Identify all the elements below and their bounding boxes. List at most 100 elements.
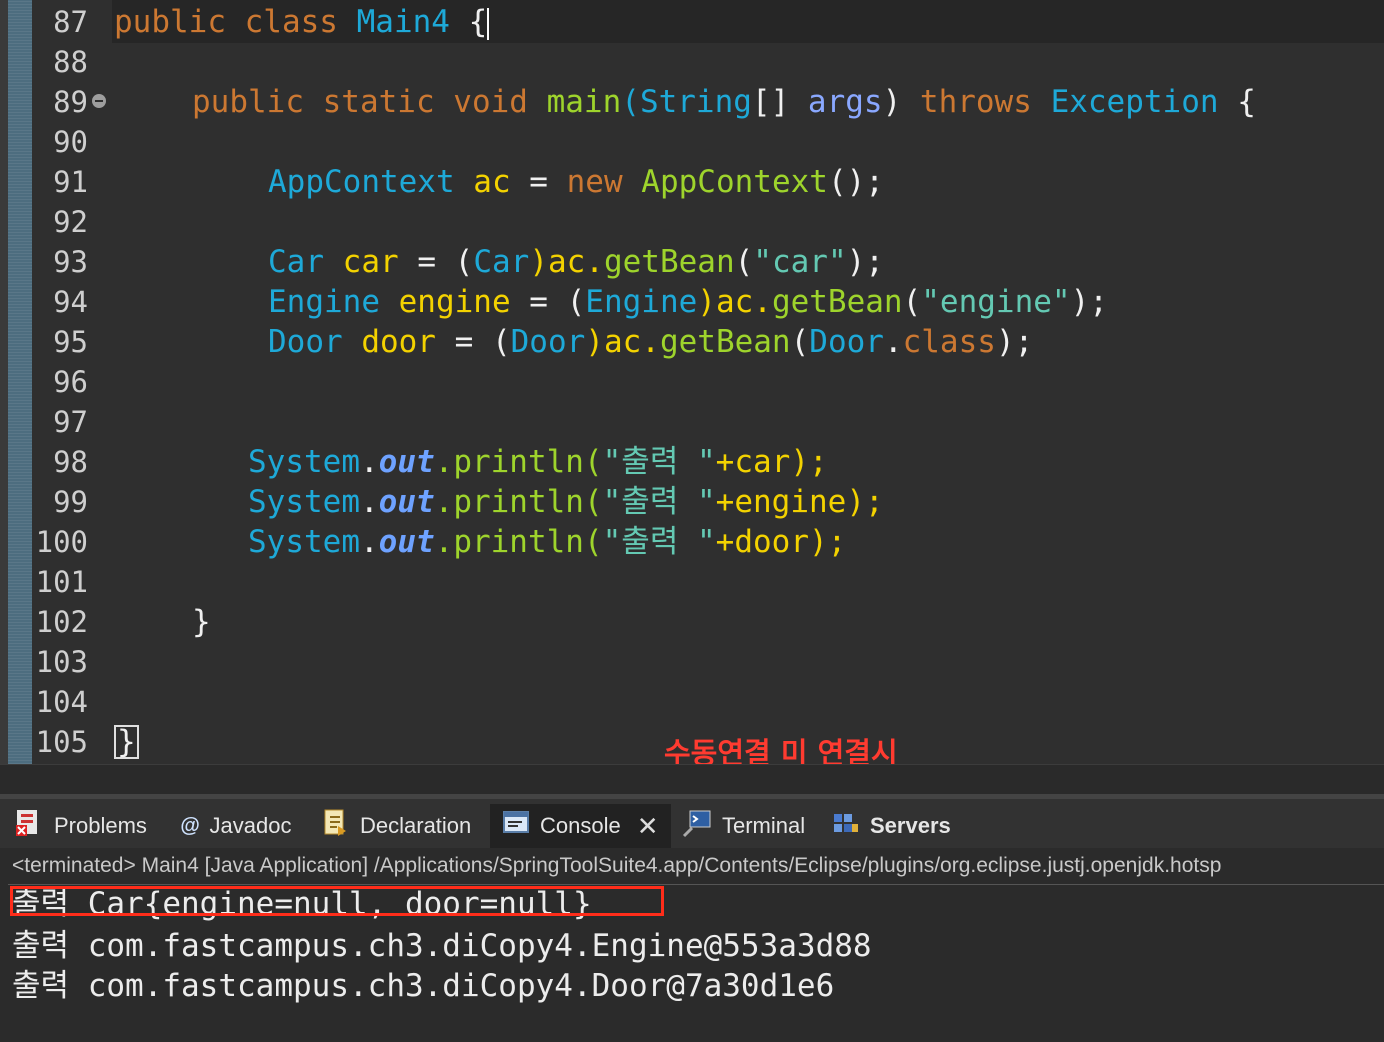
code-line-89[interactable]: public static void main(String[] args) t… — [192, 82, 1256, 122]
line-number-gutter: 87 88 89 90 91 92 93 94 95 96 97 98 99 1… — [32, 0, 112, 768]
token-variable: engine — [379, 284, 511, 320]
token-class: Car — [268, 244, 324, 280]
editor-left-strip — [0, 0, 8, 768]
line-number: 101 — [35, 565, 88, 599]
token-punct: . — [359, 524, 379, 560]
line-number: 90 — [53, 125, 88, 159]
code-line-99[interactable]: System.out.println("출력 "+engine); — [248, 482, 884, 522]
tab-problems[interactable]: Problems — [14, 804, 147, 848]
token-variable: +car); — [715, 444, 828, 480]
token-variable: )ac. — [529, 244, 604, 280]
console-output-line: 출력 com.fastcampus.ch3.diCopy4.Door@7a30d… — [12, 968, 835, 1004]
console-output-line: 출력 com.fastcampus.ch3.diCopy4.Engine@553… — [12, 928, 872, 964]
token-method: .println( — [434, 484, 603, 520]
token-method: .println( — [434, 524, 603, 560]
token-variable: ac — [454, 164, 511, 200]
code-line-105[interactable]: } — [114, 722, 139, 762]
token-variable: )ac. — [585, 324, 660, 360]
line-number: 104 — [35, 685, 88, 719]
token-punct: ( — [734, 244, 754, 280]
token-variable: car — [324, 244, 399, 280]
token-keyword: class — [902, 324, 996, 360]
line-number: 92 — [53, 205, 88, 239]
token-keyword: public class — [114, 4, 357, 40]
close-icon[interactable]: ✕ — [637, 811, 659, 842]
token-string: "출력 " — [602, 484, 716, 520]
javadoc-icon: @ — [180, 814, 200, 837]
token-keyword: public static void — [192, 84, 547, 120]
token-class: Door — [510, 324, 586, 360]
token-operator: = ( — [510, 284, 586, 320]
tab-label: Terminal — [722, 813, 806, 838]
editor-horizontal-scrollbar[interactable] — [0, 764, 1384, 795]
declaration-icon — [322, 808, 350, 844]
token-method: getBean — [771, 284, 903, 320]
token-variable: +door); — [715, 524, 847, 560]
tab-label: Servers — [870, 813, 951, 838]
tab-label: Javadoc — [209, 813, 292, 838]
tab-terminal[interactable]: Terminal — [682, 804, 805, 848]
token-brace: } — [192, 604, 211, 640]
token-method: .println( — [434, 444, 603, 480]
code-line-95[interactable]: Door door = (Door)ac.getBean(Door.class)… — [268, 322, 1033, 362]
line-number: 94 — [53, 285, 88, 319]
line-number: 105 — [35, 725, 88, 759]
token-class: Car — [473, 244, 530, 280]
token-string: "출력 " — [602, 444, 716, 480]
tab-declaration[interactable]: Declaration — [322, 804, 471, 848]
token-keyword: throws — [919, 84, 1051, 120]
token-method: main — [546, 84, 622, 120]
token-brace: { — [449, 4, 488, 40]
code-line-94[interactable]: Engine engine = (Engine)ac.getBean("engi… — [268, 282, 1108, 322]
line-number: 103 — [35, 645, 88, 679]
token-punct: . — [359, 444, 379, 480]
code-line-98[interactable]: System.out.println("출력 "+car); — [248, 442, 828, 482]
token-class: System — [248, 524, 360, 560]
token-static-field: out — [378, 524, 435, 560]
code-editor[interactable]: 87 88 89 90 91 92 93 94 95 96 97 98 99 1… — [0, 0, 1384, 770]
code-line-100[interactable]: System.out.println("출력 "+door); — [248, 522, 846, 562]
tab-label: Declaration — [360, 813, 472, 838]
token-punct: [] — [751, 84, 808, 120]
token-class: Exception — [1050, 84, 1219, 120]
token-static-field: out — [378, 484, 435, 520]
code-line-87[interactable]: public class Main4 { — [114, 2, 490, 42]
token-variable: )ac. — [697, 284, 772, 320]
token-punct: . — [883, 324, 903, 360]
token-class: String — [639, 84, 752, 120]
token-punct: (); — [827, 164, 884, 200]
token-string: "car" — [753, 244, 847, 280]
tab-servers[interactable]: Servers — [832, 804, 951, 848]
token-punct: ( — [902, 284, 922, 320]
token-class: Main4 — [356, 4, 450, 40]
tab-label: Problems — [54, 813, 147, 838]
terminal-icon — [682, 808, 712, 844]
token-constructor: AppContext — [641, 164, 828, 200]
token-punct: ); — [1070, 284, 1108, 320]
code-line-91[interactable]: AppContext ac = new AppContext(); — [268, 162, 884, 202]
token-variable: door — [342, 324, 436, 360]
problems-icon — [14, 808, 44, 844]
line-number: 96 — [53, 365, 88, 399]
tab-javadoc[interactable]: @ Javadoc — [180, 804, 291, 848]
token-class: System — [248, 444, 360, 480]
token-punct: ( — [621, 84, 640, 120]
token-operator: = ( — [398, 244, 474, 280]
token-param: args — [807, 84, 883, 120]
fold-collapse-icon[interactable] — [92, 94, 106, 108]
tab-console[interactable]: Console ✕ — [490, 804, 671, 848]
token-class: Door — [809, 324, 884, 360]
line-number: 87 — [53, 5, 88, 39]
servers-icon — [832, 810, 860, 842]
code-line-93[interactable]: Car car = (Car)ac.getBean("car"); — [268, 242, 884, 282]
token-keyword: new — [566, 164, 642, 200]
line-number: 89 — [53, 85, 88, 119]
token-string: "engine" — [921, 284, 1071, 320]
token-class: AppContext — [268, 164, 455, 200]
token-static-field: out — [378, 444, 435, 480]
token-method: getBean — [603, 244, 735, 280]
line-number: 91 — [53, 165, 88, 199]
change-ruler — [8, 0, 32, 764]
line-number: 98 — [53, 445, 88, 479]
code-line-102[interactable]: } — [192, 602, 211, 642]
